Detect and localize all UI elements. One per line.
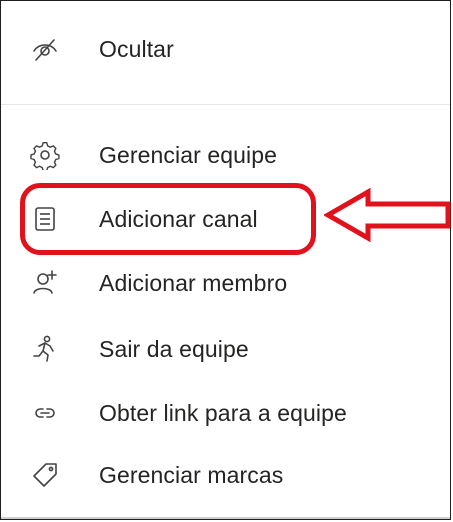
leave-icon [25, 329, 65, 369]
menu-item-label: Sair da equipe [99, 335, 249, 362]
menu-bottom-edge [1, 517, 450, 519]
menu-item-label: Gerenciar equipe [99, 141, 278, 168]
gear-icon [25, 135, 65, 175]
menu-item-label: Adicionar membro [99, 269, 288, 296]
link-icon [25, 393, 65, 433]
menu-item-label: Ocultar [99, 35, 174, 62]
pointer-arrow-icon [324, 188, 451, 242]
menu-item-manage-team[interactable]: Gerenciar equipe [1, 125, 450, 185]
menu-item-hide[interactable]: Ocultar [1, 19, 450, 79]
menu-item-manage-tags[interactable]: Gerenciar marcas [1, 445, 450, 505]
team-context-menu: Ocultar Gerenciar equipe Adicionar canal [0, 0, 451, 520]
menu-item-add-member[interactable]: Adicionar membro [1, 253, 450, 313]
highlight-box [20, 183, 316, 255]
menu-item-leave-team[interactable]: Sair da equipe [1, 319, 450, 379]
menu-item-label: Gerenciar marcas [99, 461, 284, 488]
tag-icon [25, 455, 65, 495]
hide-icon [25, 29, 65, 69]
section-divider [1, 104, 450, 105]
add-member-icon [25, 263, 65, 303]
menu-item-label: Obter link para a equipe [99, 399, 347, 426]
menu-item-get-link[interactable]: Obter link para a equipe [1, 383, 450, 443]
